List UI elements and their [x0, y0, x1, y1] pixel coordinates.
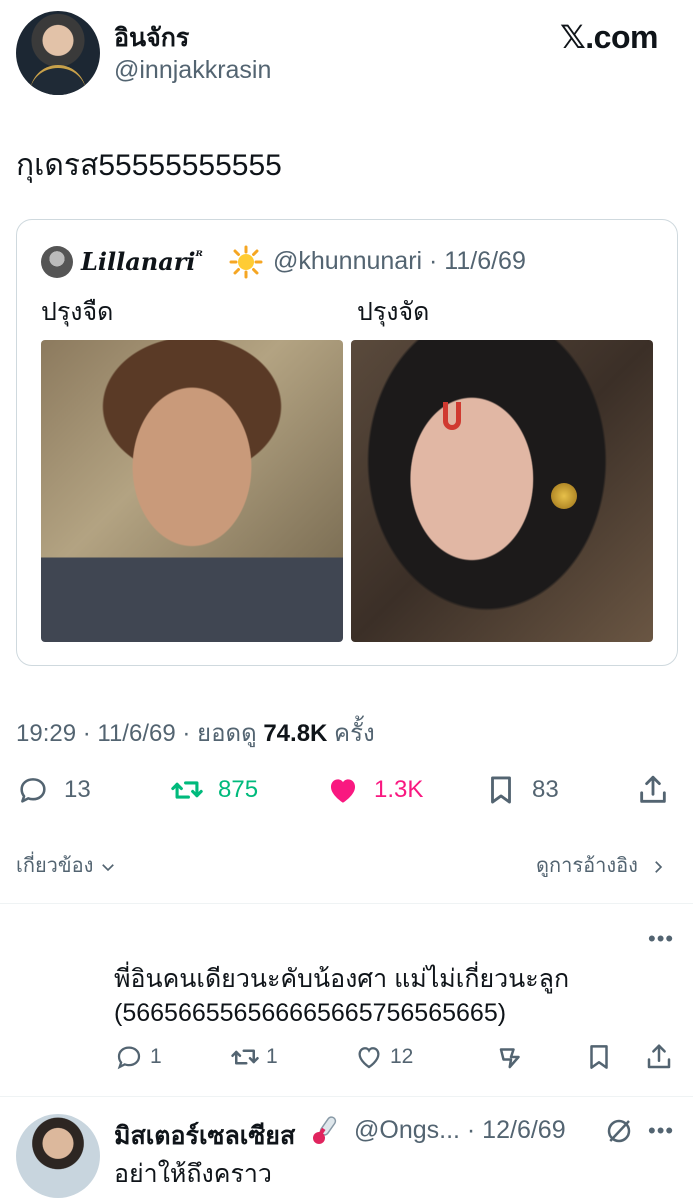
more-icon[interactable]: ••• [648, 1118, 674, 1144]
repost-count: 875 [218, 776, 259, 803]
divider [0, 1096, 693, 1097]
reply-text-line-2: (566566556566665665756565665) [114, 999, 507, 1027]
x-logo: 𝕏.com [560, 18, 658, 56]
reply-text: พี่อินคนเดียวนะคับน้องศา แม่ไม่เกี่ยวนะล… [114, 962, 674, 1030]
reply1-like-button[interactable]: 12 [354, 1042, 413, 1072]
name-mark: ᴿ [195, 249, 203, 265]
reply-text-line-1: พี่อินคนเดียวนะคับน้องศา แม่ไม่เกี่ยวนะล… [114, 965, 570, 993]
reply2-display-name[interactable]: มิสเตอร์เซลเซียส [114, 1116, 295, 1156]
reply-button[interactable]: 13 [16, 772, 91, 808]
bookmark-count: 83 [532, 776, 559, 803]
quoted-photo-right[interactable] [351, 340, 653, 642]
reply1-repost-count: 1 [266, 1045, 278, 1068]
image-label-right: ปรุงจัด [357, 298, 430, 326]
view-quotes-label: ดูการอ้างอิง [536, 855, 638, 877]
x-glyph: 𝕏 [560, 18, 586, 56]
repost-icon [231, 1049, 259, 1065]
quoted-photo-left[interactable] [41, 340, 343, 642]
reply2-handle-date: @Ongs... · 12/6/69 [354, 1116, 566, 1144]
like-button[interactable]: 1.3K [326, 772, 423, 808]
x-logo-suffix: .com [585, 19, 658, 55]
reply1-bookmark-button[interactable] [584, 1042, 614, 1072]
image-label-left: ปรุงจืด [41, 298, 114, 326]
bookmark-button[interactable]: 83 [484, 772, 559, 808]
author-handle[interactable]: @innjakkrasin [114, 56, 271, 85]
reply-count: 13 [64, 776, 91, 803]
author-avatar[interactable] [16, 11, 100, 95]
heart-icon [330, 779, 356, 803]
heart-icon [358, 1047, 380, 1069]
reply2-avatar[interactable] [16, 1114, 100, 1198]
reply-icon [20, 778, 46, 803]
repost-button[interactable]: 875 [170, 772, 258, 808]
divider [0, 903, 693, 904]
bookmark-icon [491, 776, 511, 804]
analytics-icon [499, 1048, 520, 1069]
author-display-name[interactable]: อินจักร [114, 18, 189, 58]
views-suffix: ครั้ง [327, 720, 375, 747]
analytics-button[interactable] [496, 1042, 526, 1072]
forehead-mark [443, 402, 461, 430]
thermometer-icon [313, 1116, 337, 1144]
related-label: เกี่ยวข้อง [16, 855, 94, 877]
share-icon [640, 775, 666, 803]
tweet-meta: 19:29 · 11/6/69 · ยอดดู 74.8K ครั้ง [16, 713, 375, 752]
time-date: 19:29 · 11/6/69 · ยอดดู [16, 720, 264, 747]
reply1-reply-button[interactable]: 1 [114, 1042, 162, 1072]
grok-icon[interactable] [604, 1116, 634, 1146]
quoted-author-name: Lillanariᴿ [81, 247, 203, 276]
quoted-author-avatar [41, 246, 73, 278]
sun-icon [229, 245, 263, 279]
view-count: 74.8K [263, 720, 328, 747]
related-dropdown[interactable]: เกี่ยวข้อง [16, 849, 117, 881]
reply1-repost-button[interactable]: 1 [230, 1042, 278, 1072]
chevron-down-icon [102, 863, 114, 871]
share-button[interactable] [636, 772, 670, 808]
quoted-handle-date: @khunnunari · 11/6/69 [273, 247, 526, 275]
quoted-tweet-card[interactable]: Lillanariᴿ @khunnunari · 11/6/69 ปรุงจืด… [16, 219, 678, 666]
view-quotes-link[interactable]: ดูการอ้างอิง [536, 849, 667, 881]
bookmark-icon [590, 1045, 608, 1069]
share-icon [647, 1044, 671, 1069]
tweet-text: กุเดรส55555555555 [16, 149, 282, 182]
reply1-like-count: 12 [390, 1045, 414, 1068]
more-icon[interactable]: ••• [648, 926, 674, 952]
like-count: 1.3K [374, 776, 424, 803]
repost-icon [171, 781, 203, 799]
reply-icon [117, 1046, 141, 1070]
reply1-reply-count: 1 [150, 1045, 162, 1068]
reply2-text: อย่าให้ถึงคราว [114, 1160, 272, 1188]
quoted-author-name-text: Lillanari [81, 247, 196, 276]
chevron-right-icon [655, 860, 663, 873]
reply1-share-button[interactable] [644, 1042, 674, 1072]
earring [551, 483, 577, 509]
